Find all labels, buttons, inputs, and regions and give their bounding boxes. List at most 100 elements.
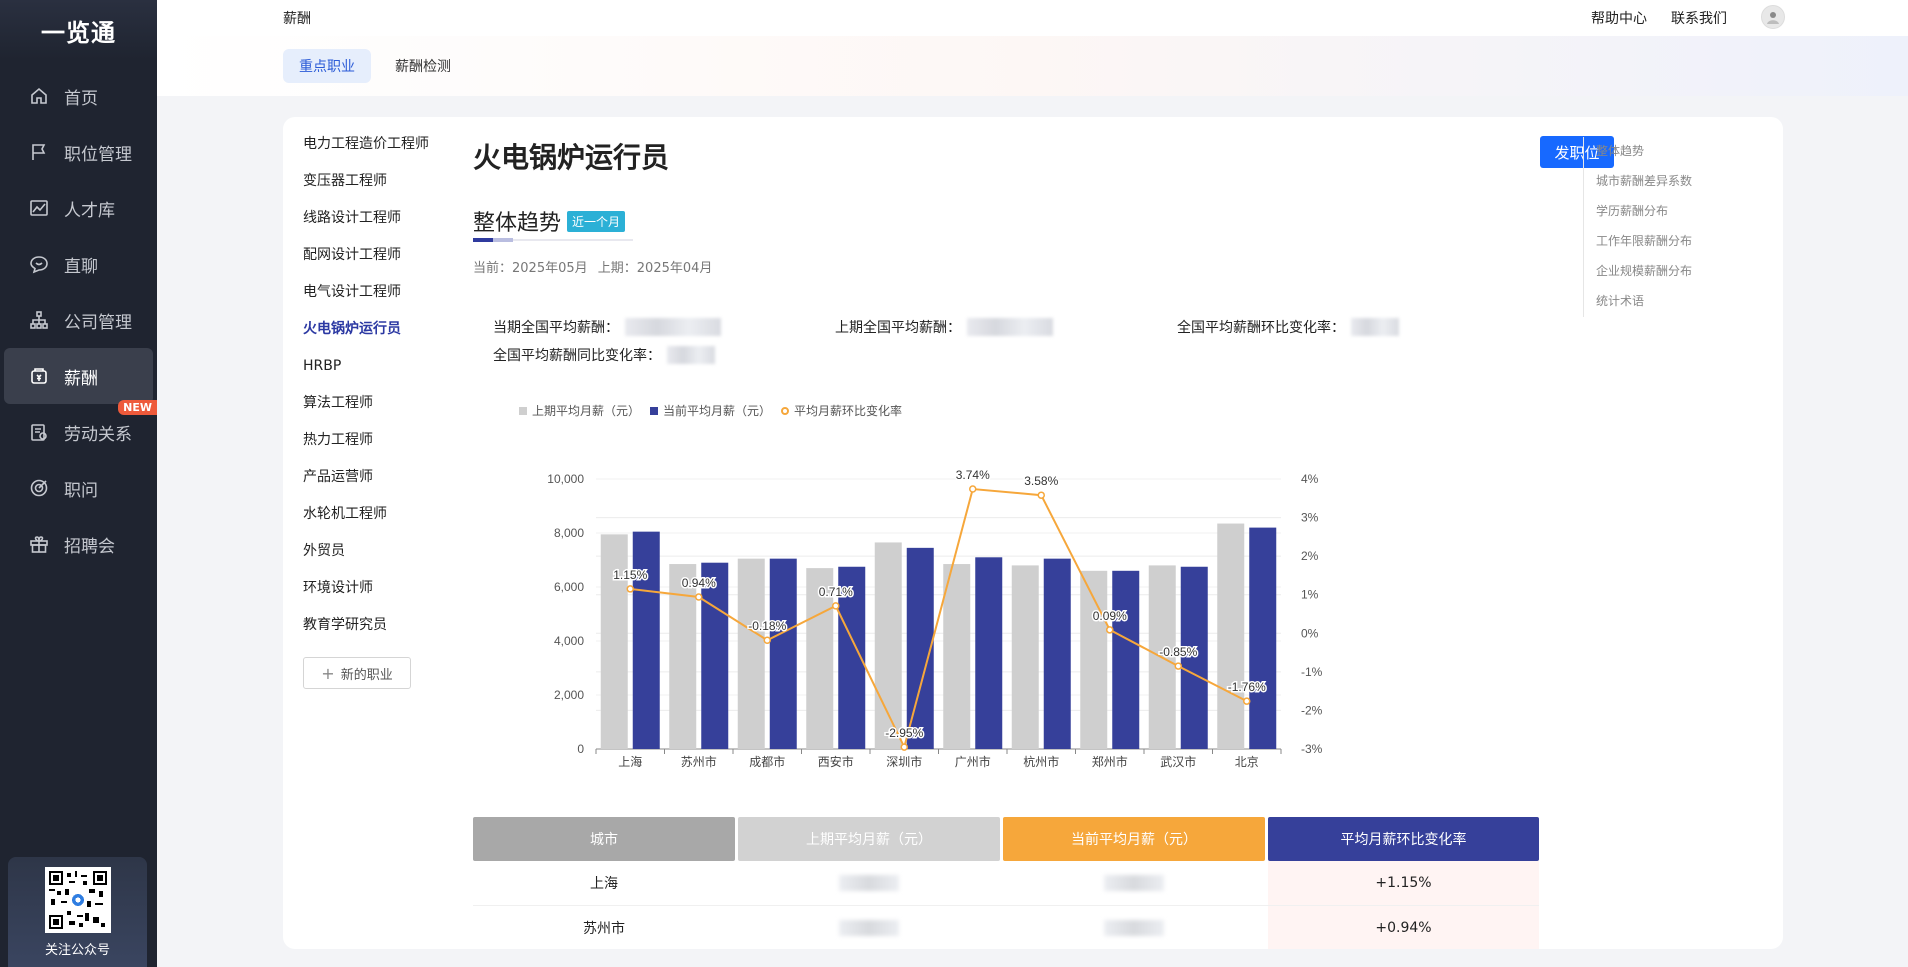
stat-value-hidden [967, 318, 1053, 336]
sidebar-item-company[interactable]: 公司管理 [0, 292, 157, 348]
cell-rate: +1.15% [1268, 861, 1539, 905]
stat-label: 当期全国平均薪酬： [493, 320, 619, 336]
sidebar-item-jobfair[interactable]: 招聘会 [0, 516, 157, 572]
anchor-nav: 整体趋势 城市薪酬差异系数 学历薪酬分布 工作年限薪酬分布 企业规模薪酬分布 统… [1583, 137, 1692, 317]
anchor-overall-trend[interactable]: 整体趋势 [1596, 137, 1692, 167]
job-list-item[interactable]: 算法工程师 [303, 392, 443, 429]
bar-current [975, 557, 1003, 749]
flag-icon [28, 141, 50, 163]
chart-icon [28, 197, 50, 219]
anchor-glossary[interactable]: 统计术语 [1596, 287, 1692, 317]
th-city: 城市 [473, 817, 735, 861]
page-title: 火电锅炉运行员 [473, 141, 670, 174]
bar-current [1043, 558, 1071, 749]
sidebar-item-positions[interactable]: 职位管理 [0, 124, 157, 180]
bar-current [701, 562, 729, 749]
avatar[interactable] [1761, 5, 1785, 29]
job-list-item[interactable]: 产品运营师 [303, 466, 443, 503]
job-list-item[interactable]: 环境设计师 [303, 577, 443, 614]
rate-point [695, 593, 703, 601]
contact-us-link[interactable]: 联系我们 [1671, 8, 1727, 28]
job-list-item[interactable]: 线路设计工程师 [303, 207, 443, 244]
table-header: 城市 上期平均月薪（元） 当前平均月薪（元） 平均月薪环比变化率 [473, 817, 1539, 861]
stat-yoy-rate: 全国平均薪酬同比变化率： [493, 345, 715, 365]
new-badge: NEW [118, 400, 157, 415]
sidebar-nav: 首页 职位管理 人才库 直聊 公司管理 薪酬 劳动关系 NEW 职问 招聘会 [0, 68, 157, 572]
rate-label: -0.85% [1159, 645, 1197, 659]
rate-label: -1.76% [1228, 680, 1266, 694]
section-title: 整体趋势 近一个月 [473, 205, 626, 237]
job-list-item[interactable]: 电气设计工程师 [303, 281, 443, 318]
salary-icon [28, 365, 50, 387]
job-list-item[interactable]: 电力工程造价工程师 [303, 133, 443, 170]
rate-label: 1.15% [613, 568, 647, 582]
stat-previous-avg: 上期全国平均薪酬： [835, 317, 1053, 337]
page-breadcrumb: 薪酬 [283, 11, 311, 27]
right-axis-tick: -1% [1301, 665, 1323, 679]
tab-salary-monitor[interactable]: 薪酬检测 [379, 49, 467, 83]
cell-previous [738, 861, 1000, 905]
sidebar-item-ask[interactable]: 职问 [0, 460, 157, 516]
anchor-company-size[interactable]: 企业规模薪酬分布 [1596, 257, 1692, 287]
new-job-button[interactable]: + 新的职业 [303, 657, 411, 689]
job-list-item[interactable]: 配网设计工程师 [303, 244, 443, 281]
stat-value-hidden [625, 318, 721, 336]
anchor-education[interactable]: 学历薪酬分布 [1596, 197, 1692, 227]
period-current: 当前：2025年05月 [473, 261, 588, 276]
tab-key-occupations[interactable]: 重点职业 [283, 49, 371, 83]
sidebar-item-talent[interactable]: 人才库 [0, 180, 157, 236]
target-icon [28, 477, 50, 499]
rate-point [832, 602, 840, 610]
period-previous: 上期：2025年04月 [597, 261, 713, 276]
anchor-city-coefficient[interactable]: 城市薪酬差异系数 [1596, 167, 1692, 197]
stat-label: 全国平均薪酬同比变化率： [493, 348, 661, 364]
bar-current [769, 558, 797, 749]
job-list-item[interactable]: 教育学研究员 [303, 614, 443, 651]
rate-label: -2.95% [885, 726, 923, 740]
anchor-work-years[interactable]: 工作年限薪酬分布 [1596, 227, 1692, 257]
cell-previous [738, 906, 1000, 949]
new-job-label: 新的职业 [340, 667, 393, 683]
job-list-item[interactable]: 外贸员 [303, 540, 443, 577]
rate-label: 3.58% [1024, 474, 1058, 488]
stat-label: 全国平均薪酬环比变化率： [1177, 320, 1345, 336]
job-list-item[interactable]: 变压器工程师 [303, 170, 443, 207]
plus-icon: + [321, 663, 335, 683]
job-list-item[interactable]: HRBP [303, 355, 443, 392]
qr-code[interactable] [44, 867, 111, 933]
stat-label: 上期全国平均薪酬： [835, 320, 961, 336]
right-axis-tick: 3% [1301, 511, 1319, 525]
sidebar-item-labor[interactable]: 劳动关系 NEW [0, 400, 157, 460]
rate-point [1037, 491, 1045, 499]
rate-point [626, 585, 634, 593]
main-card: 电力工程造价工程师 变压器工程师 线路设计工程师 配网设计工程师 电气设计工程师… [283, 117, 1783, 949]
sidebar-item-chat[interactable]: 直聊 [0, 236, 157, 292]
cell-city: 苏州市 [583, 921, 625, 937]
x-axis-label: 西安市 [818, 754, 854, 769]
bar-previous [669, 564, 697, 749]
rate-point [969, 485, 977, 493]
cell-current [1003, 861, 1265, 905]
app-logo[interactable]: 一览通 [0, 0, 157, 60]
salary-trend-chart: -3% -2% -1% 0% 1% 2% 3% 4% 0 2,000 4,000 6,000 8,000… [547, 467, 1323, 769]
x-axis-label: 苏州市 [681, 754, 717, 769]
period-info: 当前：2025年05月 上期：2025年04月 [473, 257, 718, 276]
job-list-item-active[interactable]: 火电锅炉运行员 [303, 318, 443, 355]
sidebar-item-label: 首页 [64, 88, 98, 109]
sidebar-item-label: 公司管理 [64, 312, 132, 333]
x-axis-label: 深圳市 [886, 754, 922, 769]
sidebar-item-salary[interactable]: 薪酬 [4, 348, 153, 404]
th-current: 当前平均月薪（元） [1003, 817, 1265, 861]
sidebar: 一览通 首页 职位管理 人才库 直聊 公司管理 薪酬 劳动关系 NEW 职问 招… [0, 0, 157, 967]
rate-point [1243, 697, 1251, 705]
left-axis-tick: 6,000 [554, 580, 584, 594]
bar-current [1112, 570, 1140, 749]
sidebar-item-home[interactable]: 首页 [0, 68, 157, 124]
job-list-item[interactable]: 水轮机工程师 [303, 503, 443, 540]
left-axis-tick: 0 [577, 742, 584, 756]
job-list-item[interactable]: 热力工程师 [303, 429, 443, 466]
help-center-link[interactable]: 帮助中心 [1591, 8, 1647, 28]
bar-current [632, 531, 660, 749]
right-axis-tick: 2% [1301, 549, 1319, 563]
section-underline [473, 238, 633, 242]
